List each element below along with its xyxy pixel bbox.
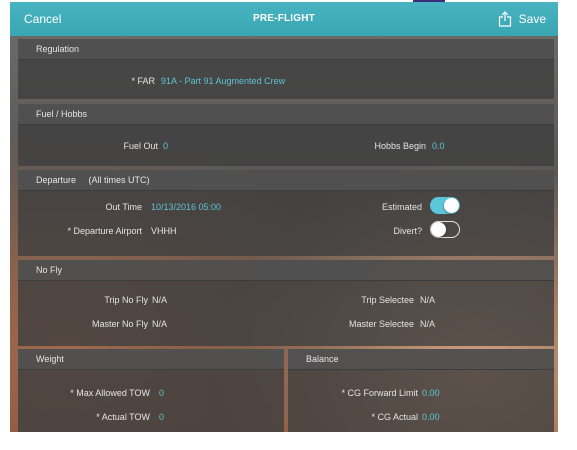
regulation-heading: Regulation — [18, 39, 554, 60]
far-label: * FAR — [131, 76, 155, 86]
cg-actual-value[interactable]: 0.00 — [422, 412, 440, 422]
out-time-value[interactable]: 10/13/2016 05:00 — [151, 202, 221, 212]
trip-selectee-value: N/A — [420, 295, 436, 305]
app-window: Cancel PRE-FLIGHT Save Regulation * FAR … — [10, 2, 558, 432]
estimated-label: Estimated — [381, 202, 422, 212]
hobbs-begin-label: Hobbs Begin — [374, 141, 426, 151]
cg-forward-limit-value[interactable]: 0.00 — [422, 388, 440, 398]
trip-no-fly-label: Trip No Fly — [104, 295, 148, 305]
cg-forward-limit-label: * CG Forward Limit — [341, 388, 418, 398]
balance-section: Balance * CG Forward Limit 0.00 * CG Act… — [288, 349, 554, 432]
page-title: PRE-FLIGHT — [253, 13, 315, 24]
departure-heading-note: (All times UTC) — [88, 175, 150, 185]
divert-label: Divert? — [393, 226, 422, 236]
far-value[interactable]: 91A - Part 91 Augmented Crew — [161, 76, 285, 86]
toggle-knob — [444, 198, 459, 213]
actual-tow-label: * Actual TOW — [96, 412, 150, 422]
navigation-bar: Cancel PRE-FLIGHT Save — [10, 2, 558, 36]
trip-selectee-label: Trip Selectee — [361, 295, 414, 305]
departure-airport-label: * Departure Airport — [67, 226, 142, 236]
share-icon — [498, 11, 511, 27]
no-fly-section: No Fly Trip No Fly N/A Master No Fly N/A… — [18, 260, 554, 346]
out-time-label: Out Time — [105, 202, 142, 212]
no-fly-heading: No Fly — [18, 260, 554, 281]
departure-heading: Departure (All times UTC) — [18, 170, 554, 191]
weight-section: Weight * Max Allowed TOW 0 * Actual TOW … — [18, 349, 284, 432]
departure-section: Departure (All times UTC) Out Time 10/13… — [18, 170, 554, 256]
departure-airport-value[interactable]: VHHH — [151, 226, 177, 236]
fuel-hobbs-heading: Fuel / Hobbs — [18, 104, 554, 125]
regulation-section: Regulation * FAR 91A - Part 91 Augmented… — [18, 39, 554, 99]
actual-tow-value[interactable]: 0 — [159, 412, 164, 422]
save-button[interactable]: Save — [498, 11, 546, 27]
master-selectee-label: Master Selectee — [348, 319, 414, 329]
max-allowed-tow-value[interactable]: 0 — [159, 388, 164, 398]
toggle-knob — [431, 222, 446, 237]
max-allowed-tow-label: * Max Allowed TOW — [70, 388, 150, 398]
cg-actual-label: * CG Actual — [371, 412, 418, 422]
master-no-fly-label: Master No Fly — [91, 319, 148, 329]
estimated-toggle[interactable] — [430, 197, 460, 214]
hobbs-begin-value[interactable]: 0.0 — [432, 141, 445, 151]
balance-heading: Balance — [288, 349, 554, 370]
master-selectee-value: N/A — [420, 319, 436, 329]
fuel-hobbs-section: Fuel / Hobbs Fuel Out 0 Hobbs Begin 0.0 — [18, 104, 554, 166]
master-no-fly-value: N/A — [152, 319, 168, 329]
fuel-out-value[interactable]: 0 — [163, 141, 168, 151]
weight-heading: Weight — [18, 349, 284, 370]
save-label: Save — [518, 12, 546, 26]
trip-no-fly-value: N/A — [152, 295, 168, 305]
departure-heading-title: Departure — [36, 175, 77, 185]
divert-toggle[interactable] — [430, 221, 460, 238]
fuel-out-label: Fuel Out — [123, 141, 158, 151]
